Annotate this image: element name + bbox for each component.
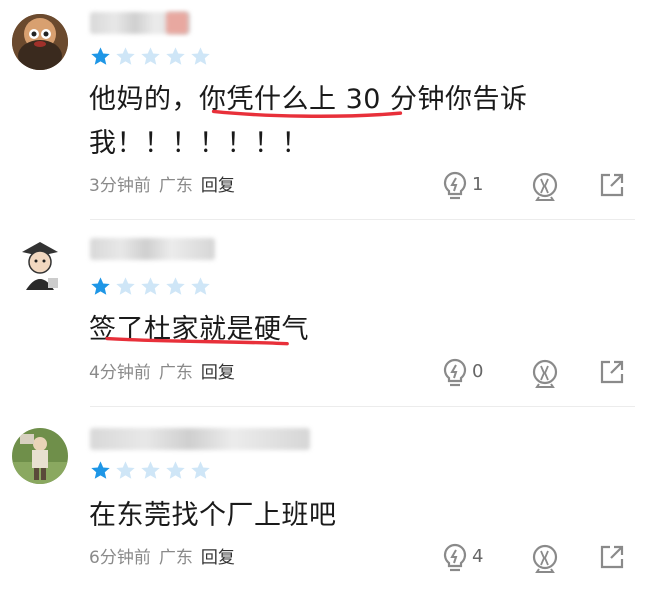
- like-button[interactable]: 1: [442, 171, 492, 201]
- star-rating: [90, 460, 215, 482]
- share-button[interactable]: [598, 358, 626, 388]
- star-empty-icon: [166, 277, 185, 295]
- username-blurred: [90, 238, 215, 260]
- star-rating: [90, 276, 215, 298]
- stamp-button[interactable]: [530, 358, 560, 388]
- star-empty-icon: [191, 277, 210, 295]
- reply-button[interactable]: 回复: [201, 176, 235, 196]
- star-empty-icon: [191, 47, 210, 65]
- reply-button[interactable]: 回复: [201, 363, 235, 383]
- star-empty-icon: [166, 461, 185, 479]
- share-icon: [600, 173, 624, 197]
- like-button[interactable]: 4: [442, 543, 492, 573]
- avatar[interactable]: [12, 428, 68, 484]
- comment-text: 他妈的，你凭什么上 30 分钟你告诉 我！！！！！！！: [89, 78, 620, 166]
- comment-3: 在东莞找个厂上班吧 6分钟前 广东 回复 4: [0, 424, 660, 593]
- avatar[interactable]: [12, 238, 68, 294]
- stamp-button[interactable]: [530, 543, 560, 573]
- stamp-button[interactable]: [530, 171, 560, 201]
- like-count: 1: [472, 174, 484, 195]
- comment-meta: 4分钟前 广东 回复: [89, 361, 243, 385]
- star-filled-icon: [91, 277, 110, 295]
- star-filled-icon: [91, 461, 110, 479]
- stamp-icon: [532, 544, 558, 573]
- star-filled-icon: [91, 47, 110, 65]
- divider: [90, 219, 635, 220]
- username-blurred: [90, 428, 310, 450]
- comment-2: 签了杜家就是硬气 4分钟前 广东 回复 0: [0, 238, 660, 408]
- comment-meta: 3分钟前 广东 回复: [89, 174, 243, 198]
- star-empty-icon: [141, 47, 160, 65]
- comment-text-line: 在东莞找个厂上班吧: [89, 500, 337, 531]
- star-empty-icon: [116, 461, 135, 479]
- lightbulb-icon: [443, 543, 467, 572]
- share-icon: [600, 545, 624, 569]
- like-button[interactable]: 0: [442, 358, 492, 388]
- star-empty-icon: [116, 277, 135, 295]
- star-empty-icon: [141, 461, 160, 479]
- red-underline-mark: [105, 336, 289, 346]
- comment-actions: 4: [442, 543, 632, 573]
- location: 广东: [158, 363, 193, 383]
- stamp-icon: [532, 172, 558, 201]
- share-icon: [600, 360, 624, 384]
- comment-text: 在东莞找个厂上班吧: [89, 494, 620, 538]
- comment-actions: 0: [442, 358, 632, 388]
- lightbulb-icon: [443, 171, 467, 200]
- reply-button[interactable]: 回复: [201, 548, 235, 568]
- timestamp: 6分钟前: [89, 548, 151, 568]
- location: 广东: [158, 176, 193, 196]
- red-underline-mark: [211, 109, 403, 118]
- comment-1: 他妈的，你凭什么上 30 分钟你告诉 我！！！！！！！ 3分钟前 广东 回复 1: [0, 12, 660, 222]
- comment-meta: 6分钟前 广东 回复: [89, 546, 243, 570]
- like-count: 0: [472, 361, 484, 382]
- star-empty-icon: [141, 277, 160, 295]
- username-blur-tint: [166, 12, 188, 34]
- lightbulb-icon: [443, 358, 467, 387]
- star-empty-icon: [191, 461, 210, 479]
- like-count: 4: [472, 546, 484, 567]
- star-empty-icon: [116, 47, 135, 65]
- share-button[interactable]: [598, 543, 626, 573]
- stamp-icon: [532, 359, 558, 388]
- share-button[interactable]: [598, 171, 626, 201]
- avatar[interactable]: [12, 14, 68, 70]
- timestamp: 3分钟前: [89, 176, 151, 196]
- star-rating: [90, 46, 215, 68]
- comment-text-prefix: 他妈的，: [89, 84, 199, 115]
- divider: [90, 406, 635, 407]
- comment-text-line2: 我！！！！！！！: [89, 128, 309, 159]
- star-empty-icon: [166, 47, 185, 65]
- location: 广东: [158, 548, 193, 568]
- timestamp: 4分钟前: [89, 363, 151, 383]
- comment-actions: 1: [442, 171, 632, 201]
